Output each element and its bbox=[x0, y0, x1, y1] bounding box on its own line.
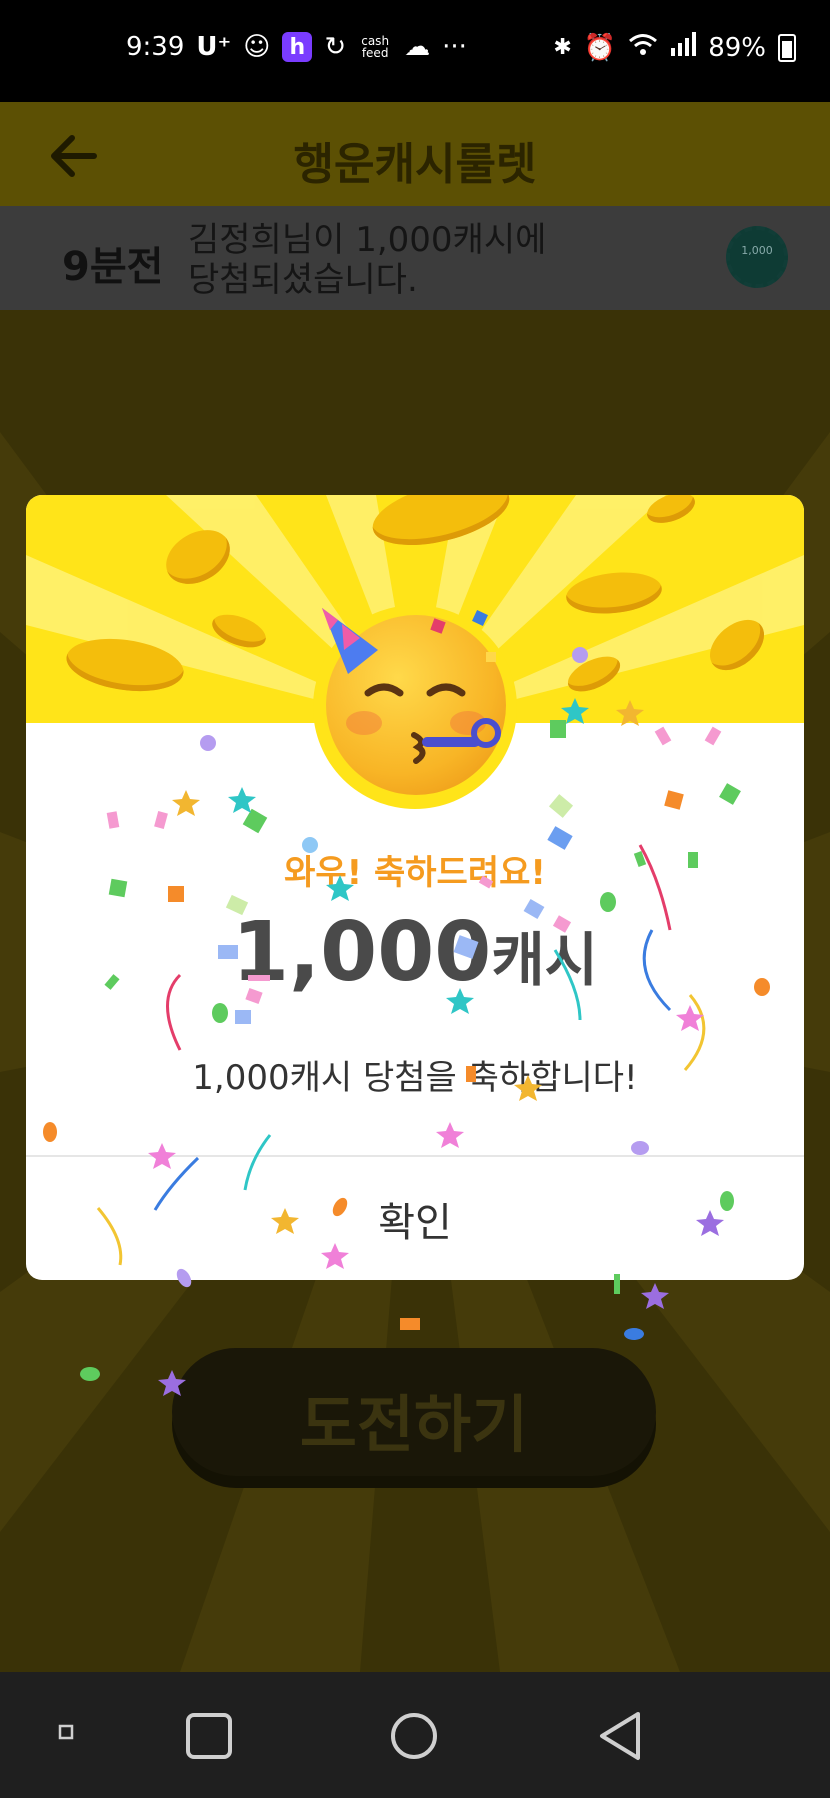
status-time: 9:39 bbox=[126, 32, 185, 62]
confirm-button[interactable]: 확인 bbox=[26, 1157, 804, 1280]
signal-icon bbox=[670, 32, 697, 63]
prize-amount: 1,000캐시 bbox=[26, 905, 804, 1000]
congrats-heading: 와우! 축하드려요! bbox=[284, 853, 546, 893]
coin-badge-icon: 1,000 bbox=[726, 226, 788, 288]
prize-description: 1,000캐시 당첨을 축하합니다! bbox=[192, 1058, 638, 1098]
coin-badge-label: 1,000 bbox=[741, 244, 773, 257]
party-hat-icon bbox=[322, 608, 378, 674]
ticker-line-1: 김정희님이 1,000캐시에 bbox=[188, 220, 547, 260]
refresh-icon: ↻ bbox=[324, 32, 347, 62]
back-nav-icon[interactable] bbox=[596, 1710, 644, 1762]
cashfeed-icon: cash feed bbox=[361, 34, 390, 60]
win-dialog: 와우! 축하드려요! 1,000캐시 1,000캐시 당첨을 축하합니다! 확인 bbox=[26, 495, 804, 1280]
alarm-icon: ⏰ bbox=[583, 32, 617, 63]
home-icon[interactable] bbox=[390, 1712, 438, 1760]
ticker-line-2: 당첨되셨습니다. bbox=[188, 260, 418, 300]
recent-apps-icon[interactable] bbox=[185, 1712, 233, 1760]
ticker-time-ago: 9분전 bbox=[62, 244, 164, 290]
winner-ticker: 9분전 김정희님이 1,000캐시에 당첨되셨습니다. bbox=[0, 206, 830, 310]
carrier-label: U⁺ bbox=[196, 32, 232, 62]
status-bar: 9:39 U⁺ ☺ h ↻ cash feed ☁ ··· ✱ ⏰ 89% bbox=[0, 0, 830, 102]
page-title: 행운캐시룰렛 bbox=[293, 139, 537, 190]
app-header: 행운캐시룰렛 bbox=[0, 102, 830, 206]
battery-percent: 89% bbox=[708, 32, 766, 63]
h-app-icon: h bbox=[282, 32, 313, 62]
menu-key-icon[interactable] bbox=[58, 1724, 74, 1740]
bluetooth-icon: ✱ bbox=[553, 35, 572, 60]
prize-amount-number: 1,000 bbox=[231, 905, 492, 1000]
prize-amount-unit: 캐시 bbox=[491, 926, 599, 994]
challenge-button[interactable]: 도전하기 bbox=[172, 1348, 656, 1476]
system-nav-bar bbox=[0, 1672, 830, 1798]
challenge-button-label: 도전하기 bbox=[299, 1388, 529, 1461]
person-icon: ☺ bbox=[243, 32, 271, 62]
battery-icon bbox=[778, 33, 796, 62]
wifi-icon bbox=[628, 32, 658, 63]
ticker-message: 김정희님이 1,000캐시에 당첨되셨습니다. bbox=[188, 220, 546, 300]
more-notifications: ··· bbox=[442, 32, 467, 62]
cloud-icon: ☁ bbox=[404, 32, 431, 62]
